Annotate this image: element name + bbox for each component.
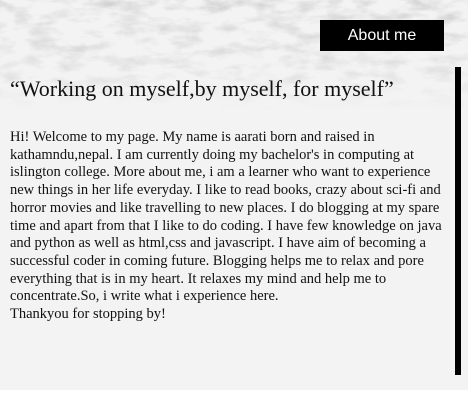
intro-body: Hi! Welcome to my page. My name is aarat…	[10, 129, 442, 305]
vertical-divider	[455, 67, 461, 375]
about-page: About me “Working on myself,by myself, f…	[0, 0, 476, 404]
intro-closing: Thankyou for stopping by!	[10, 306, 166, 323]
right-margin	[468, 0, 476, 404]
bottom-margin	[0, 390, 476, 404]
intro-text: Hi! Welcome to my page. My name is aarat…	[10, 129, 446, 324]
page-quote: “Working on myself,by myself, for myself…	[10, 76, 394, 101]
about-me-button[interactable]: About me	[320, 20, 444, 51]
